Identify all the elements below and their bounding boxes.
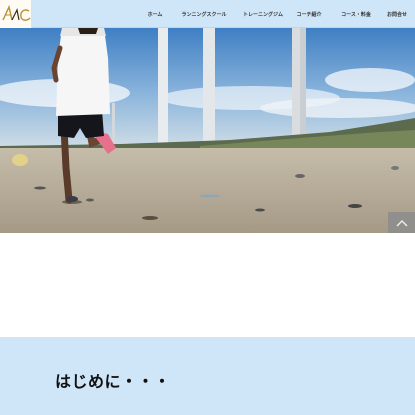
site-logo[interactable] xyxy=(0,0,32,28)
site-header: ホーム ランニングスクール トレーニングジム コーチ紹介 コース・料金 お問合せ xyxy=(0,0,415,28)
intro-title: はじめに・・・ xyxy=(55,372,171,391)
logo-mark xyxy=(2,4,31,21)
chevron-up-icon xyxy=(396,219,407,226)
scroll-to-top-button[interactable] xyxy=(388,212,415,233)
hero-image xyxy=(0,28,415,233)
nav-training-gym[interactable]: トレーニングジム xyxy=(239,0,287,28)
nav-contact[interactable]: お問合せ xyxy=(384,0,410,28)
nav-home[interactable]: ホーム xyxy=(142,0,168,28)
runner-on-beach-photo xyxy=(0,28,415,233)
nav-running-school[interactable]: ランニングスクール xyxy=(179,0,229,28)
nav-coach[interactable]: コーチ紹介 xyxy=(295,0,323,28)
content-spacer xyxy=(0,233,415,337)
nav-course-fee[interactable]: コース・料金 xyxy=(338,0,374,28)
